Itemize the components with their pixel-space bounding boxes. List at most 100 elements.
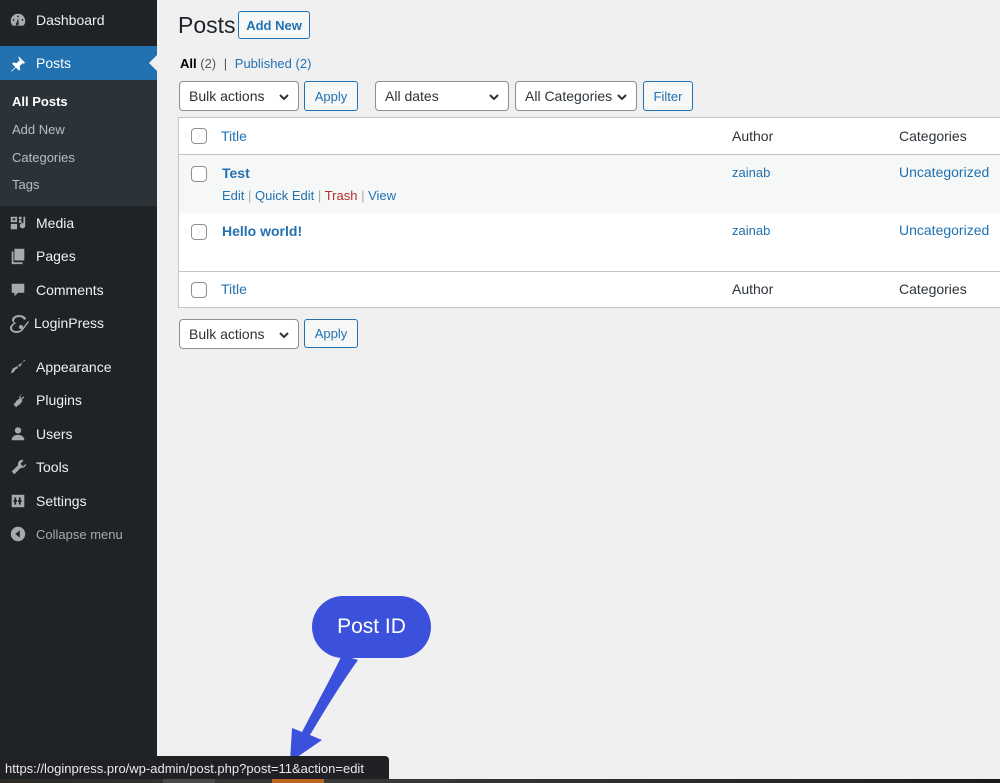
action-separator: | <box>361 188 365 203</box>
filter-button[interactable]: Filter <box>643 81 693 111</box>
menu-item-users[interactable]: Users <box>0 418 157 450</box>
menu-label: LoginPress <box>34 315 105 331</box>
posts-submenu: All Posts Add New Categories Tags <box>0 80 157 206</box>
menu-label: Posts <box>36 55 72 71</box>
menu-label: Comments <box>36 282 104 298</box>
table-row: Hello world! zainab Uncategorized <box>179 213 1000 271</box>
post-id-callout: Post ID <box>312 596 431 658</box>
author-link[interactable]: zainab <box>732 165 770 180</box>
taskbar-segment <box>163 779 215 783</box>
post-title-link[interactable]: Hello world! <box>222 223 302 239</box>
author-link[interactable]: zainab <box>732 223 770 238</box>
media-icon <box>0 214 36 232</box>
menu-label: Tools <box>36 459 69 475</box>
wrench-icon <box>0 458 36 476</box>
menu-label: Users <box>36 426 73 442</box>
plug-icon <box>0 391 36 409</box>
bulk-actions-select-bottom[interactable]: Bulk actions <box>179 319 299 349</box>
view-published-count: (2) <box>295 56 312 71</box>
category-link[interactable]: Uncategorized <box>899 164 989 180</box>
quick-edit-link[interactable]: Quick Edit <box>255 188 314 203</box>
post-title-link[interactable]: Test <box>222 165 250 181</box>
callout-arrow-icon <box>290 655 358 762</box>
menu-item-plugins[interactable]: Plugins <box>0 384 157 416</box>
menu-label: Pages <box>36 248 76 264</box>
submenu-tags[interactable]: Tags <box>12 177 39 192</box>
categories-filter-value: All Categories <box>525 88 613 104</box>
menu-item-media[interactable]: Media <box>0 206 157 240</box>
submenu-add-new[interactable]: Add New <box>12 122 65 137</box>
menu-item-appearance[interactable]: Appearance <box>0 351 157 383</box>
column-author-footer: Author <box>732 281 774 297</box>
loginpress-icon <box>0 313 34 333</box>
bulk-actions-value: Bulk actions <box>189 88 265 104</box>
table-row: Test Edit | Quick Edit | Trash | View za… <box>179 155 1000 213</box>
column-title-header[interactable]: Title <box>221 128 247 144</box>
link-status-bar: https://loginpress.pro/wp-admin/post.php… <box>0 756 389 780</box>
taskbar-strip <box>0 779 1000 783</box>
action-separator: | <box>248 188 252 203</box>
row-checkbox[interactable] <box>191 166 207 182</box>
menu-item-dashboard[interactable]: Dashboard <box>0 4 157 36</box>
chevron-down-icon <box>488 90 500 102</box>
post-status-views: All (2) | Published (2) <box>180 56 311 71</box>
row-actions: Edit | Quick Edit | Trash | View <box>222 188 396 203</box>
comments-icon <box>0 281 36 299</box>
menu-label: Dashboard <box>36 12 105 28</box>
view-separator: | <box>223 56 228 71</box>
posts-table: Title Author Categories Test Edit | Quic… <box>178 117 1000 308</box>
menu-label: Plugins <box>36 392 82 408</box>
view-link[interactable]: View <box>368 188 396 203</box>
table-footer: Title Author Categories <box>179 271 1000 307</box>
menu-item-settings[interactable]: Settings <box>0 485 157 517</box>
pin-icon <box>0 54 36 72</box>
bulk-actions-select[interactable]: Bulk actions <box>179 81 299 111</box>
menu-item-tools[interactable]: Tools <box>0 451 157 483</box>
add-new-button[interactable]: Add New <box>238 11 310 39</box>
pages-icon <box>0 247 36 265</box>
user-icon <box>0 425 36 443</box>
collapse-menu-button[interactable]: Collapse menu <box>0 518 157 550</box>
view-all-count: (2) <box>200 56 217 71</box>
bulk-actions-value: Bulk actions <box>189 326 265 342</box>
dates-filter-value: All dates <box>385 88 439 104</box>
dashboard-icon <box>0 11 36 29</box>
apply-button[interactable]: Apply <box>304 81 358 111</box>
column-title-footer[interactable]: Title <box>221 281 247 297</box>
table-header: Title Author Categories <box>179 118 1000 155</box>
chevron-down-icon <box>278 328 290 340</box>
menu-item-pages[interactable]: Pages <box>0 240 157 272</box>
menu-item-comments[interactable]: Comments <box>0 273 157 307</box>
view-published-link[interactable]: Published <box>235 56 292 71</box>
dates-filter-select[interactable]: All dates <box>375 81 509 111</box>
settings-icon <box>0 492 36 510</box>
submenu-categories[interactable]: Categories <box>12 150 75 165</box>
taskbar-segment <box>272 779 324 783</box>
row-checkbox[interactable] <box>191 224 207 240</box>
chevron-down-icon <box>616 90 628 102</box>
brush-icon <box>0 358 36 376</box>
category-link[interactable]: Uncategorized <box>899 222 989 238</box>
column-author-header: Author <box>732 128 774 144</box>
select-all-checkbox-footer[interactable] <box>191 282 207 298</box>
view-all-link[interactable]: All <box>180 56 197 71</box>
menu-item-loginpress[interactable]: LoginPress <box>0 307 157 339</box>
admin-sidebar: Dashboard Posts All Posts Add New Catego… <box>0 0 157 783</box>
collapse-icon <box>0 525 36 543</box>
menu-label: Appearance <box>36 359 112 375</box>
submenu-all-posts[interactable]: All Posts <box>12 94 68 109</box>
column-categories-header: Categories <box>899 128 967 144</box>
categories-filter-select[interactable]: All Categories <box>515 81 637 111</box>
column-categories-footer: Categories <box>899 281 967 297</box>
action-separator: | <box>317 188 322 203</box>
chevron-down-icon <box>278 90 290 102</box>
edit-link[interactable]: Edit <box>222 188 244 203</box>
apply-button-bottom[interactable]: Apply <box>304 319 358 348</box>
menu-label: Collapse menu <box>36 526 123 542</box>
select-all-checkbox[interactable] <box>191 128 207 144</box>
menu-item-posts[interactable]: Posts <box>0 46 157 80</box>
menu-label: Settings <box>36 493 87 509</box>
menu-label: Media <box>36 215 75 231</box>
trash-link[interactable]: Trash <box>325 188 358 203</box>
page-title: Posts <box>178 12 236 38</box>
